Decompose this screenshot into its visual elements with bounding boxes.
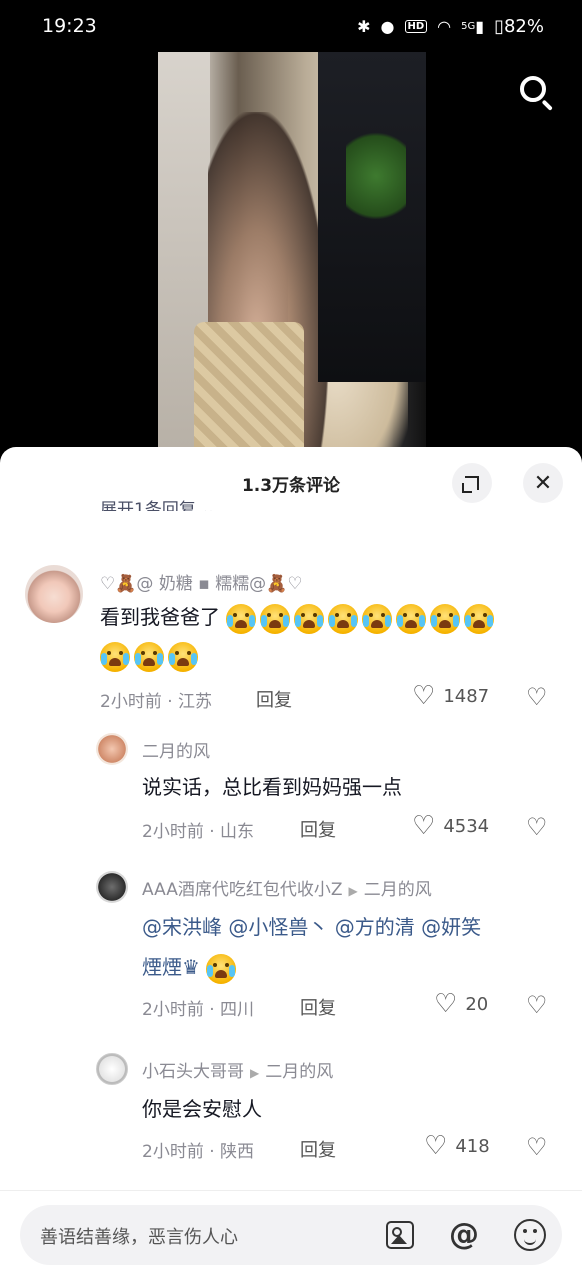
reply-button[interactable]: 回复	[300, 816, 336, 842]
crying-emoji-icon	[328, 603, 359, 634]
like-button[interactable]: ♡ 4534	[412, 813, 489, 839]
emoji-icon[interactable]	[514, 1219, 546, 1251]
comments-count-title: 1.3万条评论	[241, 476, 341, 496]
like-count: 1487	[443, 685, 490, 707]
avatar[interactable]	[96, 733, 128, 765]
comment-username[interactable]: ♡🧸@ 奶糖 ▪ 糯糯@🧸♡	[100, 569, 303, 594]
comment-mentions-continued[interactable]: 煙煙♛	[142, 949, 240, 985]
dislike-icon[interactable]: ♡	[526, 991, 548, 1019]
comment-text: 你是会安慰人	[142, 1097, 262, 1121]
comment-username[interactable]: AAA酒席代吃红包代收小Z ▶ 二月的风	[142, 875, 432, 900]
heart-icon: ♡	[424, 1131, 448, 1161]
crying-emoji-icon	[226, 603, 257, 634]
avatar[interactable]	[25, 565, 83, 623]
like-count: 418	[455, 1135, 490, 1157]
status-bar: 19:23 ✱ ● HD ◠ 5G ▮ ▯ 82%	[0, 0, 582, 52]
crying-emoji-icon	[100, 641, 130, 672]
status-time: 19:23	[42, 15, 97, 37]
reply-button[interactable]: 回复	[300, 1136, 336, 1162]
close-button[interactable]: ✕	[523, 463, 563, 503]
comment-mentions[interactable]: @宋洪峰 @小怪兽丶 @方的清 @妍笑	[142, 909, 481, 945]
comment-input[interactable]: 善语结善缘，恶言伤人心 @	[20, 1205, 562, 1265]
comment-meta: 2小时前 · 山东	[142, 822, 255, 842]
image-icon[interactable]	[386, 1221, 414, 1249]
status-icons: ✱ ● HD ◠ 5G ▮ ▯ 82%	[357, 16, 544, 37]
comments-sheet: 1.3万条评论 ✕ 展开1条回复 ⌄ ♡🧸@ 奶糖 ▪ 糯糯@🧸♡ 看到我爸爸了…	[0, 447, 582, 1280]
heart-icon: ♡	[412, 811, 436, 841]
video-player[interactable]	[0, 52, 582, 447]
search-icon[interactable]	[516, 72, 556, 112]
bluetooth-icon: ✱	[357, 16, 371, 36]
like-count: 20	[465, 993, 489, 1015]
expand-icon	[462, 476, 479, 493]
crying-emoji-icon	[294, 603, 325, 634]
crying-emoji-icon	[260, 603, 291, 634]
location-icon: ●	[380, 16, 395, 36]
dislike-icon[interactable]: ♡	[526, 1133, 548, 1161]
comment-username[interactable]: 二月的风	[142, 737, 210, 762]
comment-meta: 2小时前 · 陕西	[142, 1142, 255, 1162]
like-button[interactable]: ♡ 20	[434, 991, 488, 1017]
comment-text: 说实话，总比看到妈妈强一点	[142, 775, 402, 799]
laughing-emoji-icon	[206, 953, 237, 984]
heart-icon: ♡	[412, 681, 436, 711]
crying-emoji-icon	[168, 641, 198, 672]
hd-icon: HD	[404, 19, 428, 33]
reply-button[interactable]: 回复	[256, 686, 292, 712]
avatar[interactable]	[96, 871, 128, 903]
crying-emoji-icon	[134, 641, 164, 672]
dislike-icon[interactable]: ♡	[526, 813, 548, 841]
close-icon: ✕	[533, 470, 553, 496]
battery-indicator: ▯ 82%	[494, 15, 544, 37]
expand-button[interactable]	[452, 463, 492, 503]
crying-emoji-icon	[396, 603, 427, 634]
expand-replies-link[interactable]: 展开1条回复 ⌄	[100, 497, 215, 511]
comment-input-bar: 善语结善缘，恶言伤人心 @	[0, 1190, 582, 1280]
comment-input-placeholder: 善语结善缘，恶言伤人心	[40, 1227, 238, 1248]
dislike-icon[interactable]: ♡	[526, 683, 548, 711]
like-button[interactable]: ♡ 418	[424, 1133, 490, 1159]
comment-text-continued	[100, 637, 202, 673]
like-count: 4534	[443, 815, 490, 837]
at-icon[interactable]: @	[448, 1219, 480, 1251]
comment-text: 看到我爸爸了	[100, 599, 498, 635]
video-frame[interactable]	[158, 52, 426, 447]
sheet-header: 1.3万条评论 ✕	[0, 447, 582, 519]
like-button[interactable]: ♡ 1487	[412, 683, 489, 709]
comment-meta: 2小时前 · 四川	[142, 1000, 255, 1020]
wifi-icon: ◠	[437, 16, 452, 36]
crying-emoji-icon	[430, 603, 461, 634]
heart-icon: ♡	[434, 989, 458, 1019]
comment-username[interactable]: 小石头大哥哥 ▶ 二月的风	[142, 1057, 333, 1082]
comment-meta: 2小时前 · 江苏	[100, 692, 213, 712]
reply-button[interactable]: 回复	[300, 994, 336, 1020]
crying-emoji-icon	[464, 603, 495, 634]
crying-emoji-icon	[362, 603, 393, 634]
signal-icon: 5G ▮	[461, 16, 485, 36]
avatar[interactable]	[96, 1053, 128, 1085]
